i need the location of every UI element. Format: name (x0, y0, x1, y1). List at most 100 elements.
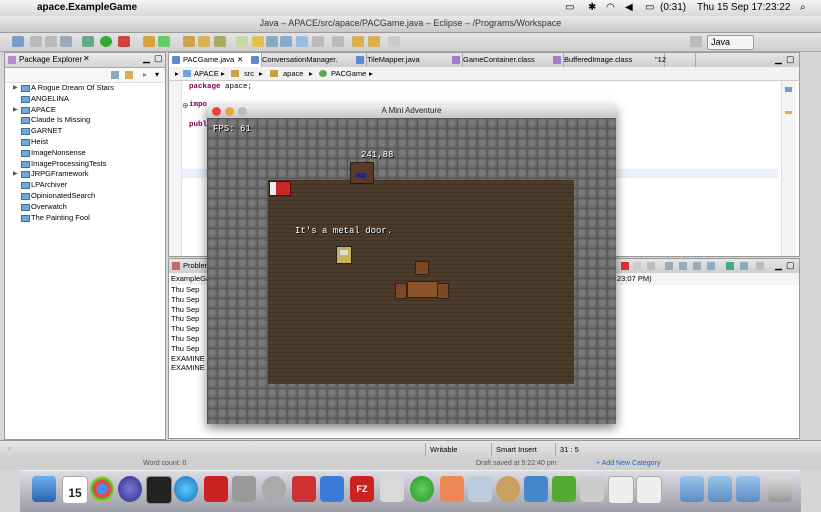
xcode-icon[interactable] (524, 476, 548, 502)
script-editor-icon[interactable] (380, 476, 404, 502)
project-item[interactable]: ImageProcessingTests (5, 159, 165, 170)
open-folder-icon[interactable] (198, 36, 210, 47)
dropbox-icon[interactable]: ▭ (565, 2, 574, 13)
highlight-icon[interactable] (252, 36, 264, 47)
project-item[interactable]: ▶ APACE (5, 105, 165, 116)
project-item[interactable]: The Painting Fool (5, 213, 165, 224)
adium-icon[interactable] (496, 476, 520, 502)
external-tools-icon[interactable] (118, 36, 130, 47)
pen-tool-icon[interactable] (320, 476, 344, 502)
eraser-icon[interactable] (580, 476, 604, 502)
battery-time[interactable]: (0:31) (660, 2, 686, 13)
preview-icon[interactable] (468, 476, 492, 502)
next-annotation-icon[interactable] (312, 36, 324, 47)
project-item[interactable]: LPArchiver (5, 180, 165, 191)
tab-overflow[interactable]: "12 (651, 53, 696, 67)
chair-sprite[interactable] (395, 283, 407, 299)
game-window[interactable]: A Mini Adventure FPS: 61 241,88 It's a m… (207, 105, 616, 424)
eclipse-icon[interactable] (118, 476, 142, 502)
show-whitespace-icon[interactable] (280, 36, 292, 47)
link-editor-icon[interactable] (125, 71, 133, 79)
maximize-icon[interactable]: ▢ (786, 54, 795, 65)
overview-marker[interactable] (785, 111, 792, 114)
itunes-icon[interactable] (174, 476, 198, 502)
skype-icon[interactable] (262, 476, 286, 502)
debug-icon[interactable] (82, 36, 94, 47)
game-titlebar[interactable]: A Mini Adventure (207, 105, 616, 119)
downloads-folder-icon[interactable] (736, 476, 760, 502)
display-selected-icon[interactable] (740, 262, 748, 270)
scroll-lock-icon[interactable] (679, 262, 687, 270)
spotlight-icon[interactable]: ⌕ (800, 2, 806, 13)
tab-problems[interactable]: Problen (183, 261, 209, 270)
new-icon[interactable] (12, 36, 24, 47)
pin-console-icon[interactable] (726, 262, 734, 270)
block-select-icon[interactable] (266, 36, 278, 47)
format-icon[interactable] (296, 36, 308, 47)
project-item[interactable]: Heist (5, 137, 165, 148)
close-icon[interactable]: ✕ (83, 54, 90, 63)
clear-console-icon[interactable] (665, 262, 673, 270)
app-icon[interactable] (292, 476, 316, 502)
system-preferences-icon[interactable] (232, 476, 256, 502)
back-icon[interactable] (352, 36, 364, 47)
project-item[interactable]: ANGELINA (5, 94, 165, 105)
maximize-icon[interactable]: ▢ (786, 260, 795, 271)
project-item[interactable]: ▶ JRPGFramework (5, 169, 165, 180)
expand-icon[interactable]: ▶ (13, 169, 18, 180)
tab-bufferedimage[interactable]: BufferedImage.class (550, 53, 665, 67)
show-console-icon[interactable] (707, 262, 715, 270)
new-class-icon[interactable] (158, 36, 170, 47)
photo-booth-icon[interactable] (204, 476, 228, 502)
project-item[interactable]: Overwatch (5, 202, 165, 213)
save-icon[interactable] (30, 36, 42, 47)
documents-folder-icon[interactable] (708, 476, 732, 502)
filezilla-icon[interactable]: FZ (350, 476, 374, 502)
collapse-all-icon[interactable] (111, 71, 119, 79)
breadcrumb-package[interactable]: apace (283, 67, 303, 80)
bed-sprite[interactable] (269, 181, 291, 196)
fast-view-icon[interactable]: ▫ (8, 444, 11, 453)
volume-icon[interactable]: ◀ (625, 2, 633, 13)
print-icon[interactable] (60, 36, 72, 47)
coffee-icon[interactable] (608, 476, 634, 504)
prev-annotation-icon[interactable] (332, 36, 344, 47)
run-icon[interactable] (100, 36, 112, 47)
save-all-icon[interactable] (45, 36, 57, 47)
close-icon[interactable]: ✕ (237, 53, 243, 67)
menubar-datetime[interactable]: Thu 15 Sep 17:23:22 (697, 2, 790, 13)
forward-icon[interactable] (368, 36, 380, 47)
trash-icon[interactable] (768, 476, 792, 502)
chair-sprite[interactable] (437, 283, 449, 299)
battery-icon[interactable]: ▭ (645, 2, 654, 13)
game-canvas[interactable]: FPS: 61 241,88 It's a metal door. (207, 118, 616, 424)
open-console-icon[interactable] (756, 262, 764, 270)
fold-icon[interactable]: ⊕ (182, 101, 189, 110)
chair-sprite[interactable] (415, 261, 429, 275)
utorrent-icon[interactable] (410, 476, 434, 502)
breadcrumb-class[interactable]: PACGame (331, 67, 366, 80)
chrome-icon[interactable] (90, 476, 114, 502)
search-icon[interactable] (214, 36, 226, 47)
open-type-icon[interactable] (183, 36, 195, 47)
finder-icon[interactable] (32, 476, 56, 502)
minecraft-icon[interactable] (552, 476, 576, 502)
add-category-link[interactable]: + Add New Category (596, 460, 660, 467)
minimize-icon[interactable]: ▁ (775, 54, 782, 65)
last-edit-icon[interactable] (388, 36, 400, 47)
project-item[interactable]: GARNET (5, 126, 165, 137)
tab-gamecontainer[interactable]: GameContainer.class (449, 53, 564, 67)
remove-launch-icon[interactable] (633, 262, 641, 270)
open-perspective-icon[interactable] (690, 36, 702, 47)
project-item[interactable]: Claude Is Missing (5, 115, 165, 126)
maximize-icon[interactable]: ▢ (154, 53, 163, 64)
minimize-icon[interactable]: ▁ (143, 53, 150, 64)
focus-icon[interactable]: ▸ (143, 70, 147, 79)
applications-folder-icon[interactable] (680, 476, 704, 502)
expand-icon[interactable]: ▶ (13, 105, 18, 116)
player-sprite[interactable] (336, 246, 352, 264)
project-item[interactable]: OpinionatedSearch (5, 191, 165, 202)
view-menu-icon[interactable]: ▾ (155, 70, 159, 79)
tab-tilemapper[interactable]: TileMapper.java (353, 53, 463, 67)
calendar-icon[interactable]: 15 (62, 476, 88, 504)
